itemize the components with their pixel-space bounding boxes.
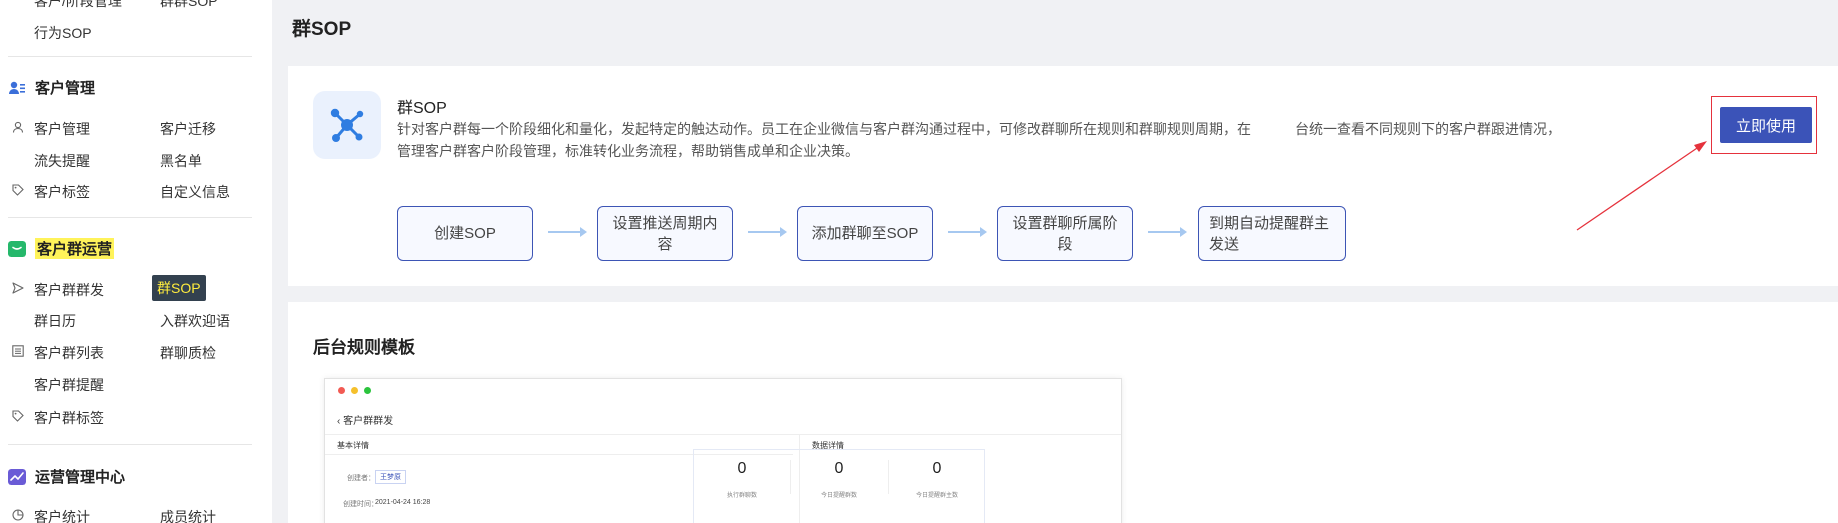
network-icon — [330, 108, 364, 142]
sidebar-item-custom-info[interactable]: 自定义信息 — [160, 182, 230, 202]
stat-value: 0 — [737, 460, 747, 477]
sidebar: 客户/阶段管理 群群SOP 行为SOP 客户管理 客户管理 客户迁移 流失提醒 … — [0, 0, 272, 523]
window-maximize-dot — [364, 387, 371, 394]
sidebar-section-title: 运营管理中心 — [35, 469, 126, 486]
preview-basic-title: 基本详情 — [337, 441, 369, 450]
preview-time-value: 2021-04-24 16:28 — [375, 499, 431, 506]
sidebar-item-group-qc[interactable]: 群聊质检 — [160, 343, 216, 363]
chat-bubble-icon — [8, 240, 26, 257]
flow-step-create-sop: 创建SOP — [397, 206, 533, 261]
flow-step-set-stage: 设置群聊所属阶段 — [997, 206, 1133, 261]
stat-label: 执行群聊数 — [726, 493, 757, 499]
stat-divider — [790, 460, 791, 494]
sidebar-item-group-reminder[interactable]: 客户群提醒 — [34, 375, 104, 395]
sidebar-item-welcome-msg[interactable]: 入群欢迎语 — [160, 311, 230, 331]
sidebar-section-customer: 客户管理 — [8, 77, 95, 98]
flow-arrow-icon — [1148, 227, 1187, 237]
flow-arrow-icon — [948, 227, 987, 237]
sidebar-item-behavior-sop[interactable]: 行为SOP — [34, 23, 92, 43]
tag-icon — [12, 410, 24, 422]
stat-value: 0 — [932, 460, 942, 477]
sidebar-item-customer-stats[interactable]: 客户统计 — [34, 507, 90, 523]
preview-creator-label: 创建者： — [347, 475, 375, 482]
sidebar-item-blacklist[interactable]: 黑名单 — [160, 151, 202, 171]
chart-icon — [8, 468, 26, 485]
tag-icon — [12, 184, 24, 196]
sidebar-item-group-tags[interactable]: 客户群标签 — [34, 408, 104, 428]
sidebar-divider — [8, 444, 252, 445]
intro-desc-line2: 管理客户群客户阶段管理，标准转化业务流程，帮助销售成单和企业决策。 — [397, 143, 859, 159]
sidebar-item-partial[interactable]: 客户/阶段管理 — [34, 0, 122, 11]
preview-stats-box: 0 执行群聊数 0 今日提醒群数 0 今日提醒群主数 — [693, 449, 985, 523]
sidebar-divider — [8, 217, 252, 218]
flow-arrow-icon — [748, 227, 787, 237]
stat-value: 0 — [834, 460, 844, 477]
sidebar-item-customer-tags[interactable]: 客户标签 — [34, 182, 90, 202]
sidebar-item-partial[interactable]: 群群SOP — [160, 0, 218, 11]
sidebar-section-title: 客户群运营 — [35, 238, 115, 259]
page-title: 群SOP — [292, 19, 352, 40]
template-section-title: 后台规则模板 — [313, 338, 415, 357]
send-icon — [12, 282, 24, 294]
intro-description: 针对客户群每一个阶段细化和量化，发起特定的触达动作。员工在企业微信与客户群沟通过… — [397, 118, 1637, 162]
sidebar-section-title: 客户管理 — [35, 80, 96, 97]
flow-step-auto-remind: 到期自动提醒群主发送 — [1198, 206, 1346, 261]
redaction-mask — [1251, 122, 1295, 134]
sidebar-item-group-sop[interactable]: 群SOP — [152, 275, 206, 301]
list-icon — [12, 345, 24, 357]
sidebar-item-group-broadcast[interactable]: 客户群群发 — [34, 280, 104, 300]
user-icon — [12, 121, 24, 133]
sidebar-item-customer-migrate[interactable]: 客户迁移 — [160, 119, 216, 139]
use-now-button[interactable]: 立即使用 — [1720, 107, 1812, 143]
stat-divider — [888, 460, 889, 494]
sidebar-section-group-ops: 客户群运营 — [8, 238, 115, 259]
flow-step-push-cycle: 设置推送周期内容 — [597, 206, 733, 261]
flow-arrow-icon — [548, 227, 587, 237]
window-minimize-dot — [351, 387, 358, 394]
template-preview[interactable]: ‹ 客户群群发 基本详情 创建者： 王梦原 创建时间： 2021-04-24 1… — [324, 378, 1122, 523]
intro-title: 群SOP — [397, 100, 447, 117]
sidebar-item-customer-manage[interactable]: 客户管理 — [34, 119, 90, 139]
preview-time-label: 创建时间： — [343, 501, 378, 508]
sidebar-item-group-calendar[interactable]: 群日历 — [34, 311, 76, 331]
sidebar-item-member-stats[interactable]: 成员统计 — [160, 507, 216, 523]
intro-desc-part2: 台统一查看不同规则下的客户群跟进情况， — [1295, 121, 1561, 137]
preview-creator-chip: 王梦原 — [375, 470, 406, 484]
user-group-icon — [9, 81, 25, 94]
preview-back-header: ‹ 客户群群发 — [337, 412, 393, 427]
stat-label: 今日提醒群数 — [820, 493, 857, 499]
sop-logo — [313, 91, 381, 159]
preview-back-label: 客户群群发 — [343, 416, 394, 427]
sidebar-section-ops-center: 运营管理中心 — [8, 466, 125, 487]
pie-chart-icon — [12, 509, 24, 521]
sidebar-item-group-list[interactable]: 客户群列表 — [34, 343, 104, 363]
sidebar-item-churn-alert[interactable]: 流失提醒 — [34, 151, 90, 171]
flow-step-add-group: 添加群聊至SOP — [797, 206, 933, 261]
intro-desc-part1: 针对客户群每一个阶段细化和量化，发起特定的触达动作。员工在企业微信与客户群沟通过… — [397, 121, 1251, 137]
window-close-dot — [338, 387, 345, 394]
sidebar-divider — [8, 56, 252, 57]
stat-label: 今日提醒群主数 — [915, 493, 958, 499]
